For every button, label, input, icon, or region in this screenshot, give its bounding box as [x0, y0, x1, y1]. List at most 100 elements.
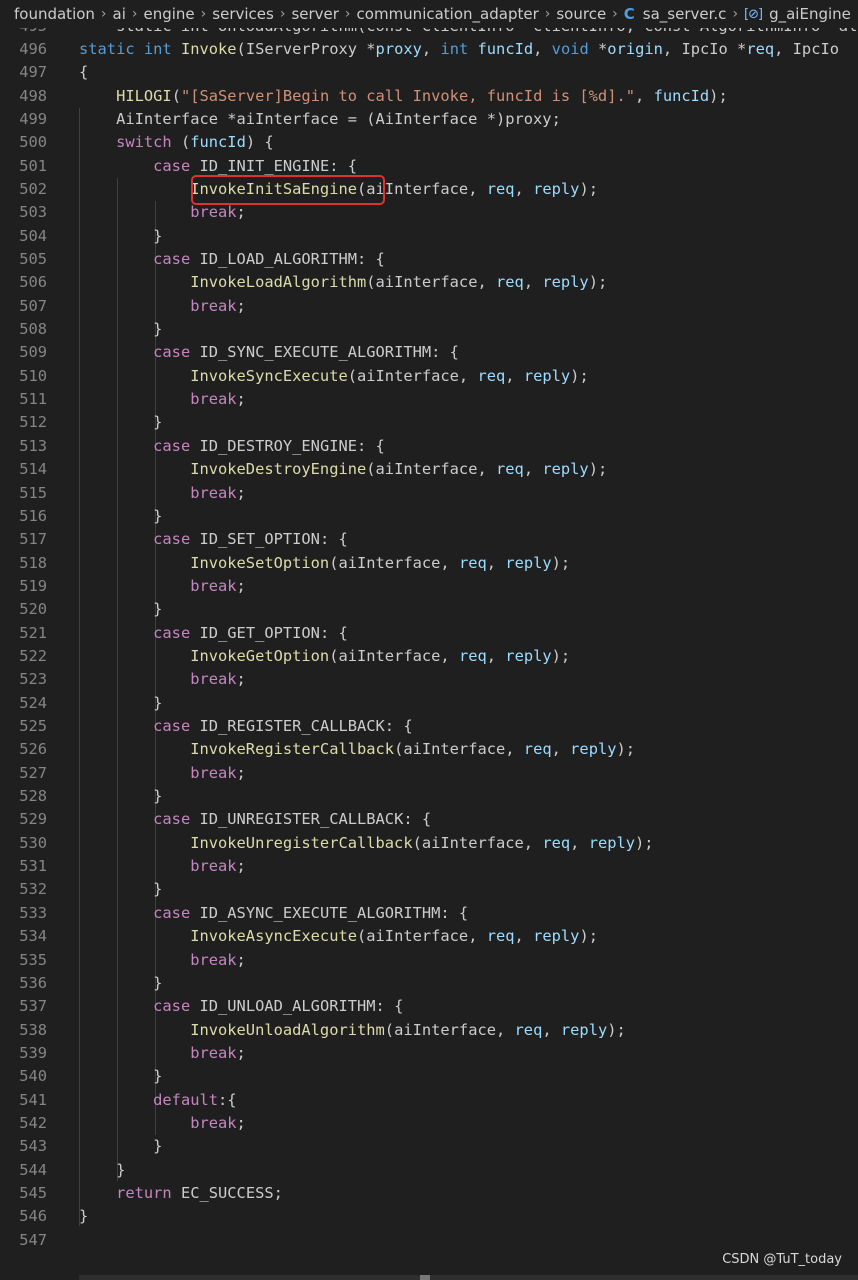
code-token: break — [190, 857, 237, 876]
code-line[interactable]: 515 break; — [0, 482, 858, 505]
code-line[interactable]: 542 break; — [0, 1112, 858, 1135]
code-token: break — [190, 1043, 237, 1062]
code-line[interactable]: 501 case ID_INIT_ENGINE: { — [0, 155, 858, 178]
code-line[interactable]: 511 break; — [0, 388, 858, 411]
breadcrumb-item-services[interactable]: services — [212, 5, 274, 23]
code-token: ID_UNREGISTER_CALLBACK: { — [190, 810, 432, 829]
code-token: break — [190, 576, 237, 595]
code-line[interactable]: 496 static int Invoke(IServerProxy *proxy… — [0, 38, 858, 61]
code-token: ); — [588, 273, 608, 292]
code-editor[interactable]: 495 static int UnloadAlgorithm(const Cli… — [0, 0, 858, 1280]
code-line[interactable]: 519 break; — [0, 575, 858, 598]
code-line[interactable]: 517 case ID_SET_OPTION: { — [0, 528, 858, 551]
horizontal-scrollbar[interactable] — [79, 1275, 858, 1280]
breadcrumb-item-ai[interactable]: ai — [113, 5, 126, 23]
code-line[interactable]: 544 } — [0, 1159, 858, 1182]
code-text: break; — [79, 855, 246, 878]
breadcrumb-item-foundation[interactable]: foundation — [14, 5, 95, 23]
code-token: funcId — [190, 133, 246, 152]
code-line[interactable]: 537 case ID_UNLOAD_ALGORITHM: { — [0, 995, 858, 1018]
code-line[interactable]: 546} — [0, 1205, 858, 1228]
code-line[interactable]: 499 AiInterface *aiInterface = (AiInterf… — [0, 108, 858, 131]
code-token: (aiInterface, — [412, 833, 543, 852]
code-line[interactable]: 533 case ID_ASYNC_EXECUTE_ALGORITHM: { — [0, 902, 858, 925]
line-number: 540 — [19, 1067, 47, 1086]
code-line[interactable]: 526 InvokeRegisterCallback(aiInterface, … — [0, 738, 858, 761]
code-token: ); — [709, 86, 728, 105]
code-line[interactable]: 528 } — [0, 785, 858, 808]
breadcrumb-item-source[interactable]: source — [556, 5, 606, 23]
code-token: reply — [588, 833, 636, 852]
line-number: 500 — [19, 133, 47, 152]
code-line[interactable]: 521 case ID_GET_OPTION: { — [0, 622, 858, 645]
code-line[interactable]: 539 break; — [0, 1042, 858, 1065]
code-token: HILOGI — [116, 86, 172, 105]
code-line[interactable]: 532 } — [0, 878, 858, 901]
code-line[interactable]: 545 return EC_SUCCESS; — [0, 1182, 858, 1205]
code-line[interactable]: 535 break; — [0, 949, 858, 972]
code-token: , — [570, 833, 589, 852]
scrollbar-thumb[interactable] — [420, 1275, 430, 1280]
code-token: ; — [236, 390, 246, 409]
code-token: req — [458, 646, 487, 665]
code-text: InvokeSyncExecute(aiInterface, req, repl… — [79, 365, 589, 388]
line-number: 534 — [19, 927, 47, 946]
code-line[interactable]: 536 } — [0, 972, 858, 995]
code-line[interactable]: 543 } — [0, 1135, 858, 1158]
code-line[interactable]: 531 break; — [0, 855, 858, 878]
line-number: 524 — [19, 693, 47, 712]
code-text: case ID_LOAD_ALGORITHM: { — [79, 248, 385, 271]
code-token: , — [551, 740, 571, 759]
code-line[interactable]: 516 } — [0, 505, 858, 528]
code-line[interactable]: 538 InvokeUnloadAlgorithm(aiInterface, r… — [0, 1019, 858, 1042]
code-line[interactable]: 514 InvokeDestroyEngine(aiInterface, req… — [0, 458, 858, 481]
line-number: 496 — [19, 39, 47, 58]
breadcrumb-item-communication-adapter[interactable]: communication_adapter — [357, 5, 539, 23]
code-token: } — [79, 693, 163, 712]
code-line[interactable]: 522 InvokeGetOption(aiInterface, req, re… — [0, 645, 858, 668]
code-line[interactable]: 504 } — [0, 225, 858, 248]
code-line[interactable]: 523 break; — [0, 668, 858, 691]
code-token: ID_SET_OPTION: { — [190, 530, 348, 549]
code-line[interactable]: 505 case ID_LOAD_ALGORITHM: { — [0, 248, 858, 271]
code-line[interactable]: 530 InvokeUnregisterCallback(aiInterface… — [0, 832, 858, 855]
code-line[interactable]: 509 case ID_SYNC_EXECUTE_ALGORITHM: { — [0, 341, 858, 364]
code-line[interactable]: 500 switch (funcId) { — [0, 131, 858, 154]
code-line[interactable]: 510 InvokeSyncExecute(aiInterface, req, … — [0, 365, 858, 388]
code-line[interactable]: 541 default:{ — [0, 1089, 858, 1112]
code-token: ); — [607, 1020, 626, 1039]
code-line[interactable]: 534 InvokeAsyncExecute(aiInterface, req,… — [0, 925, 858, 948]
code-token: req — [496, 460, 524, 479]
code-token: req — [746, 39, 775, 58]
code-line[interactable]: 513 case ID_DESTROY_ENGINE: { — [0, 435, 858, 458]
code-line[interactable]: 529 case ID_UNREGISTER_CALLBACK: { — [0, 808, 858, 831]
code-line[interactable]: 527 break; — [0, 762, 858, 785]
code-text: } — [79, 598, 162, 621]
code-line[interactable]: 520 } — [0, 598, 858, 621]
breadcrumb-item-engine[interactable]: engine — [144, 5, 195, 23]
code-line[interactable]: 503 break; — [0, 201, 858, 224]
code-text: case ID_ASYNC_EXECUTE_ALGORITHM: { — [79, 902, 468, 925]
code-line[interactable]: 512 } — [0, 411, 858, 434]
code-line[interactable]: 508 } — [0, 318, 858, 341]
code-line[interactable]: 547 — [0, 1229, 858, 1252]
code-text: break; — [79, 949, 246, 972]
code-line[interactable]: 518 InvokeSetOption(aiInterface, req, re… — [0, 552, 858, 575]
code-token: ; — [236, 857, 246, 876]
breadcrumb-item-server[interactable]: server — [291, 5, 338, 23]
code-line[interactable]: 540 } — [0, 1065, 858, 1088]
code-line[interactable]: 497 { — [0, 61, 858, 84]
breadcrumb-item-file[interactable]: C sa_server.c — [624, 5, 727, 23]
code-token: case — [153, 623, 191, 642]
code-line[interactable]: 525 case ID_REGISTER_CALLBACK: { — [0, 715, 858, 738]
breadcrumb-item-symbol[interactable]: [⊘] g_aiEngine — [744, 5, 851, 23]
code-line[interactable]: 507 break; — [0, 295, 858, 318]
code-line[interactable]: 506 InvokeLoadAlgorithm(aiInterface, req… — [0, 271, 858, 294]
code-token: InvokeAsyncExecute — [190, 927, 357, 946]
code-line[interactable]: 524 } — [0, 692, 858, 715]
code-line[interactable]: 498 HILOGI("[SaServer]Begin to call Invo… — [0, 85, 858, 108]
code-line[interactable]: 502 InvokeInitSaEngine(aiInterface, req,… — [0, 178, 858, 201]
